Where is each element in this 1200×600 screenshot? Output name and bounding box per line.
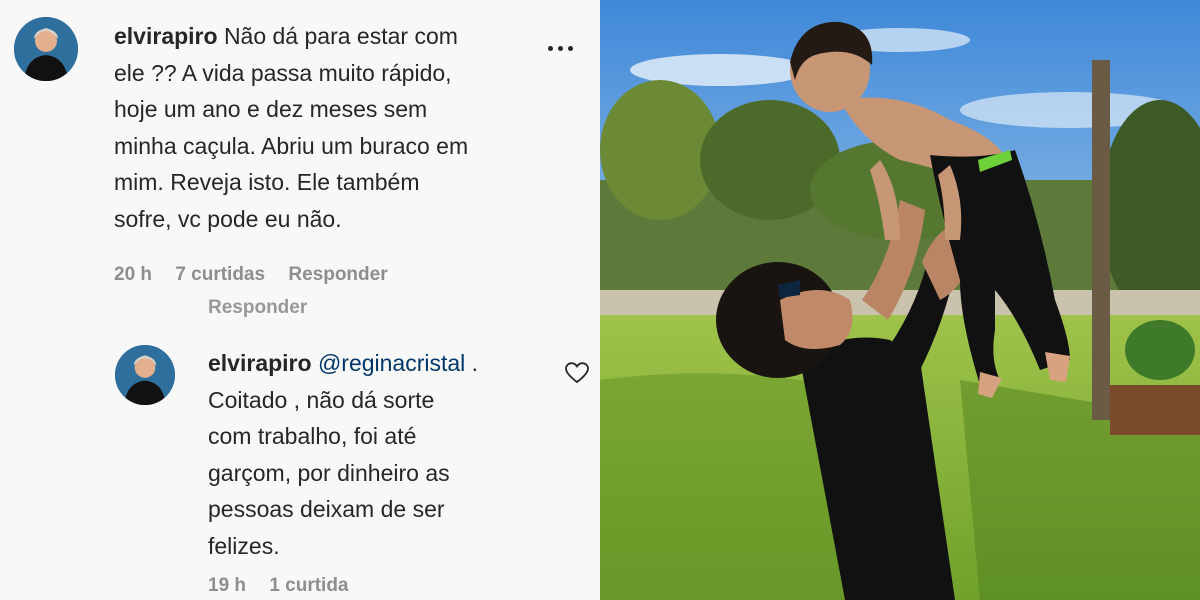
username[interactable]: elvirapiro (114, 23, 218, 49)
photo (600, 0, 1200, 600)
heart-icon[interactable] (565, 362, 589, 384)
comment-line: minha caçula. Abriu um buraco em (114, 132, 469, 159)
comment-time[interactable]: 20 h (114, 264, 152, 285)
comment-line: hoje um ano e dez meses sem (114, 96, 428, 122)
avatar[interactable] (115, 345, 175, 405)
likes-count[interactable]: 1 curtida (269, 575, 348, 596)
comment-text: elvirapiro Não dá para estar com ele ?? … (114, 18, 544, 237)
comment-line: garçom, por dinheiro as (208, 459, 450, 486)
comment-line: ele ?? A vida passa muito rápido, (114, 59, 452, 86)
comment-line-text: Não dá para estar com (223, 23, 458, 49)
avatar-image (14, 17, 78, 81)
more-options-icon[interactable] (548, 38, 582, 51)
comments-panel: elvirapiro Não dá para estar com ele ?? … (0, 0, 600, 600)
mention-link[interactable]: @reginacristal (318, 350, 465, 376)
comment-line: pessoas deixam de ser (208, 496, 445, 522)
comment-line: Coitado , não dá sorte (208, 386, 435, 413)
comment-line-text: . (465, 350, 479, 376)
reply-button[interactable]: Responder (288, 264, 387, 285)
comment-time[interactable]: 19 h (208, 575, 246, 596)
comment-meta: 19 h 1 curtida (208, 575, 367, 597)
avatar[interactable] (14, 17, 78, 81)
comment-line: mim. Reveja isto. Ele também (114, 169, 420, 195)
reply-text: elvirapiro @reginacristal . Coitado , nã… (208, 345, 558, 564)
comment-line: elvirapiro Não dá para estar com (114, 18, 544, 55)
father-son-photo (600, 0, 1200, 600)
comment-line: elvirapiro @reginacristal . (208, 345, 558, 382)
avatar-image (115, 345, 175, 405)
comment-line: felizes. (208, 532, 280, 559)
comment-meta: 20 h 7 curtidas Responder (114, 264, 406, 286)
comment-line: com trabalho, foi até (208, 423, 417, 449)
username[interactable]: elvirapiro (208, 350, 312, 376)
likes-count[interactable]: 7 curtidas (175, 264, 265, 285)
reply-ghost-label: Responder (208, 297, 308, 318)
comment-line: sofre, vc pode eu não. (114, 205, 342, 232)
